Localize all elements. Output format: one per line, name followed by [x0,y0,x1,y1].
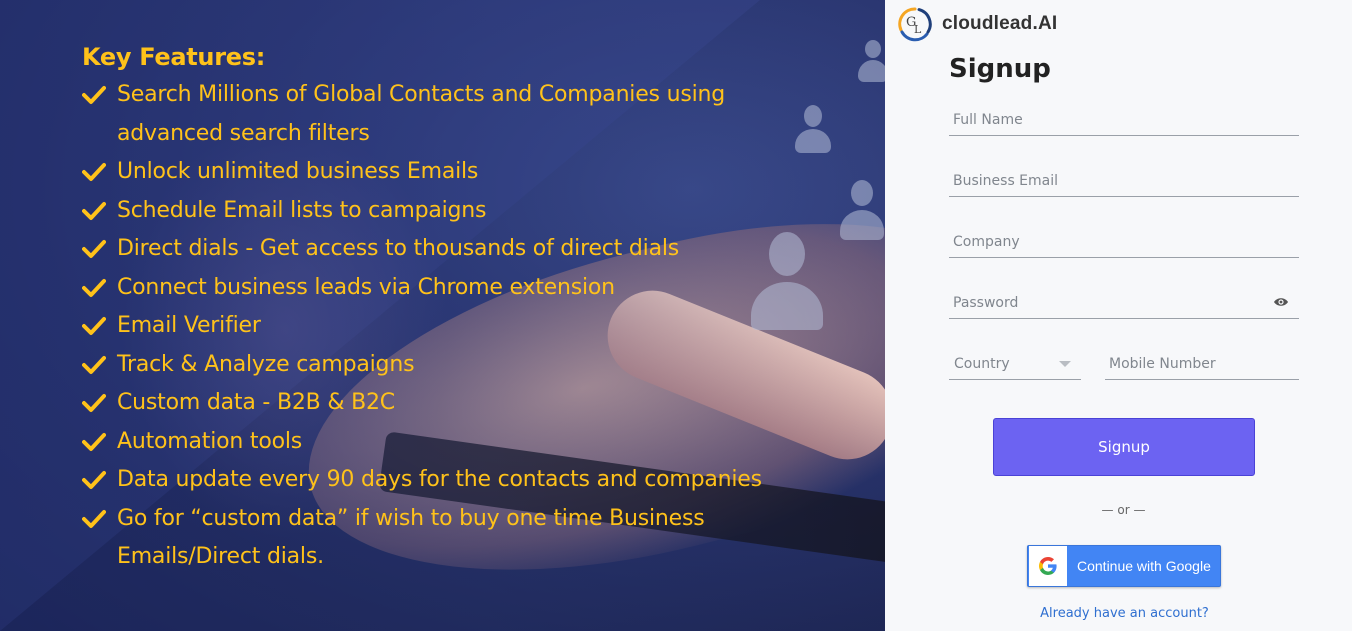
feature-text: Go for “custom data” if wish to buy one … [117,505,705,570]
check-icon [82,432,106,451]
page-title: Signup [949,54,1051,84]
feature-item: Email Verifier [82,307,782,346]
country-label: Country [954,356,1010,372]
check-icon [82,86,106,104]
feature-text: Automation tools [117,428,303,454]
svg-text:L: L [914,23,922,36]
feature-text: Direct dials - Get access to thousands o… [117,236,680,261]
check-icon [82,394,106,412]
check-icon [82,163,106,181]
features-heading: Key Features: [82,43,266,71]
feature-text: Schedule Email lists to campaigns [117,197,487,223]
features-list: Search Millions of Global Contacts and C… [82,76,782,577]
country-select[interactable]: Country [949,350,1081,380]
full-name-input[interactable] [949,106,1299,134]
person-icon [838,180,885,240]
company-field-wrap [949,228,1299,258]
check-icon [82,278,106,297]
cloudlead-logo-icon: G L [898,7,932,42]
google-signin-button[interactable]: Continue with Google [1027,545,1221,587]
feature-item: Direct dials - Get access to thousands o… [82,230,782,269]
feature-text: Search Millions of Global Contacts and C… [117,82,726,146]
mobile-number-input[interactable] [1105,350,1299,378]
password-field-wrap [949,289,1299,319]
feature-text: Track & Analyze campaigns [117,351,415,377]
google-button-label: Continue with Google [1077,558,1211,574]
eye-icon[interactable] [1273,296,1289,308]
check-icon [82,317,106,335]
login-link[interactable]: Already have an account? [885,606,1352,621]
google-icon [1039,557,1057,575]
email-field-wrap [949,167,1299,197]
feature-item: Search Millions of Global Contacts and C… [82,76,762,153]
person-icon [858,40,885,85]
password-input[interactable] [949,289,1299,317]
feature-item: Custom data - B2B & B2C [82,384,782,423]
signup-panel: G L cloudlead.AI Signup Country Signup —… [885,0,1352,631]
feature-text: Email Verifier [117,313,261,338]
full-name-field-wrap [949,106,1299,136]
feature-text: Custom data - B2B & B2C [117,390,395,415]
google-icon-box [1029,546,1067,586]
feature-text: Connect business leads via Chrome extens… [117,274,615,300]
brand[interactable]: G L cloudlead.AI [897,6,1057,42]
feature-item: Connect business leads via Chrome extens… [82,269,782,308]
feature-item: Automation tools [82,423,782,462]
key-features: Key Features: Search Millions of Global … [82,40,782,577]
check-icon [82,240,106,258]
or-divider: — or — [1101,503,1146,517]
feature-item: Data update every 90 days for the contac… [82,461,782,500]
brand-name: cloudlead.AI [942,13,1058,34]
feature-item: Unlock unlimited business Emails [82,153,782,192]
check-icon [82,355,106,374]
feature-item: Go for “custom data” if wish to buy one … [82,500,742,577]
check-icon [82,471,106,489]
mobile-field-wrap [1105,350,1299,380]
feature-text: Data update every 90 days for the contac… [117,467,762,492]
hero-banner: Key Features: Search Millions of Global … [0,0,885,631]
signup-button[interactable]: Signup [993,418,1255,476]
check-icon [82,509,106,528]
feature-text: Unlock unlimited business Emails [117,159,479,184]
feature-item: Schedule Email lists to campaigns [82,192,782,231]
check-icon [82,201,106,220]
company-input[interactable] [949,228,1299,256]
chevron-down-icon [1059,361,1071,367]
person-icon [793,105,833,155]
business-email-input[interactable] [949,167,1299,195]
feature-item: Track & Analyze campaigns [82,346,782,385]
